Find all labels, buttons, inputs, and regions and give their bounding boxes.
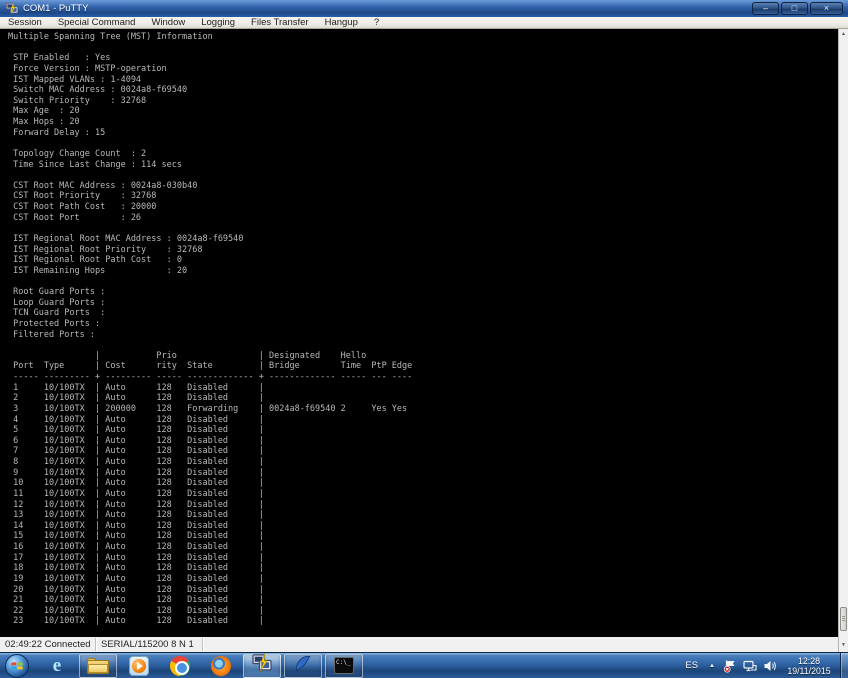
menu-special-command[interactable]: Special Command	[50, 17, 144, 28]
clock[interactable]: 12:28 19/11/2015	[783, 656, 835, 676]
terminal-screen[interactable]: Multiple Spanning Tree (MST) Information…	[0, 29, 838, 637]
menu-hangup[interactable]: Hangup	[317, 17, 366, 28]
terminal-scrollbar[interactable]: ▲ ▼	[838, 29, 848, 652]
windows-logo-icon	[5, 653, 29, 678]
taskbar-wireshark-button[interactable]	[284, 653, 322, 678]
menu-window[interactable]: Window	[143, 17, 193, 28]
folder-icon	[87, 657, 109, 674]
taskbar-chrome-button[interactable]	[161, 654, 199, 678]
language-indicator[interactable]: ES	[679, 660, 704, 671]
wireshark-fin-icon	[293, 654, 313, 677]
screen: COM1 - PuTTY – □ × Session Special Comma…	[0, 0, 848, 678]
maximize-button[interactable]: □	[781, 2, 808, 15]
taskbar-command-prompt-button[interactable]: C:\_	[325, 653, 363, 678]
action-center-flag-icon[interactable]	[722, 658, 738, 674]
internet-explorer-icon: e	[52, 654, 62, 676]
window-controls: – □ ×	[752, 2, 845, 15]
taskbar-app-buttons: e C:\_	[38, 653, 363, 678]
firefox-icon	[211, 655, 231, 676]
system-tray: ES ▲ 12:28 19/11/2015	[679, 652, 848, 678]
statusbar: 02:49:22 Connected SERIAL/115200 8 N 1	[0, 637, 838, 652]
menu-files-transfer[interactable]: Files Transfer	[243, 17, 317, 28]
putty-app-icon	[5, 2, 19, 15]
minimize-button[interactable]: –	[752, 2, 779, 15]
terminal-output: Multiple Spanning Tree (MST) Information…	[8, 32, 413, 627]
network-icon[interactable]	[742, 658, 758, 674]
serial-settings: SERIAL/115200 8 N 1	[97, 638, 203, 651]
scrollbar-thumb[interactable]	[840, 607, 847, 631]
titlebar[interactable]: COM1 - PuTTY – □ ×	[0, 0, 848, 17]
show-desktop-button[interactable]	[840, 652, 848, 678]
menubar: Session Special Command Window Logging F…	[0, 17, 848, 29]
taskbar-firefox-button[interactable]	[202, 654, 240, 678]
taskbar: e C:\_ ES ▲ 12:28 19/11/2015	[0, 652, 848, 678]
putty-window: COM1 - PuTTY – □ × Session Special Comma…	[0, 0, 848, 652]
menu-session[interactable]: Session	[0, 17, 50, 28]
scrollbar-up-icon[interactable]: ▲	[839, 29, 848, 39]
tray-time: 12:28	[797, 655, 820, 666]
connection-status: 02:49:22 Connected	[1, 638, 96, 651]
taskbar-windows-explorer-button[interactable]	[79, 653, 117, 678]
hidden-icons-button[interactable]: ▲	[704, 663, 720, 669]
volume-icon[interactable]	[762, 658, 778, 674]
window-title: COM1 - PuTTY	[23, 3, 89, 14]
chrome-icon	[170, 655, 190, 676]
tray-date: 19/11/2015	[787, 665, 831, 676]
start-button[interactable]	[0, 653, 34, 678]
putty-icon	[251, 653, 273, 678]
menu-logging[interactable]: Logging	[193, 17, 243, 28]
taskbar-media-player-button[interactable]	[120, 654, 158, 678]
menu-help[interactable]: ?	[366, 17, 387, 28]
taskbar-internet-explorer-button[interactable]: e	[38, 654, 76, 678]
close-button[interactable]: ×	[810, 2, 843, 15]
taskbar-putty-button[interactable]	[243, 653, 281, 678]
media-player-icon	[129, 655, 149, 676]
command-prompt-icon: C:\_	[334, 657, 354, 674]
scrollbar-down-icon[interactable]: ▼	[839, 640, 848, 650]
